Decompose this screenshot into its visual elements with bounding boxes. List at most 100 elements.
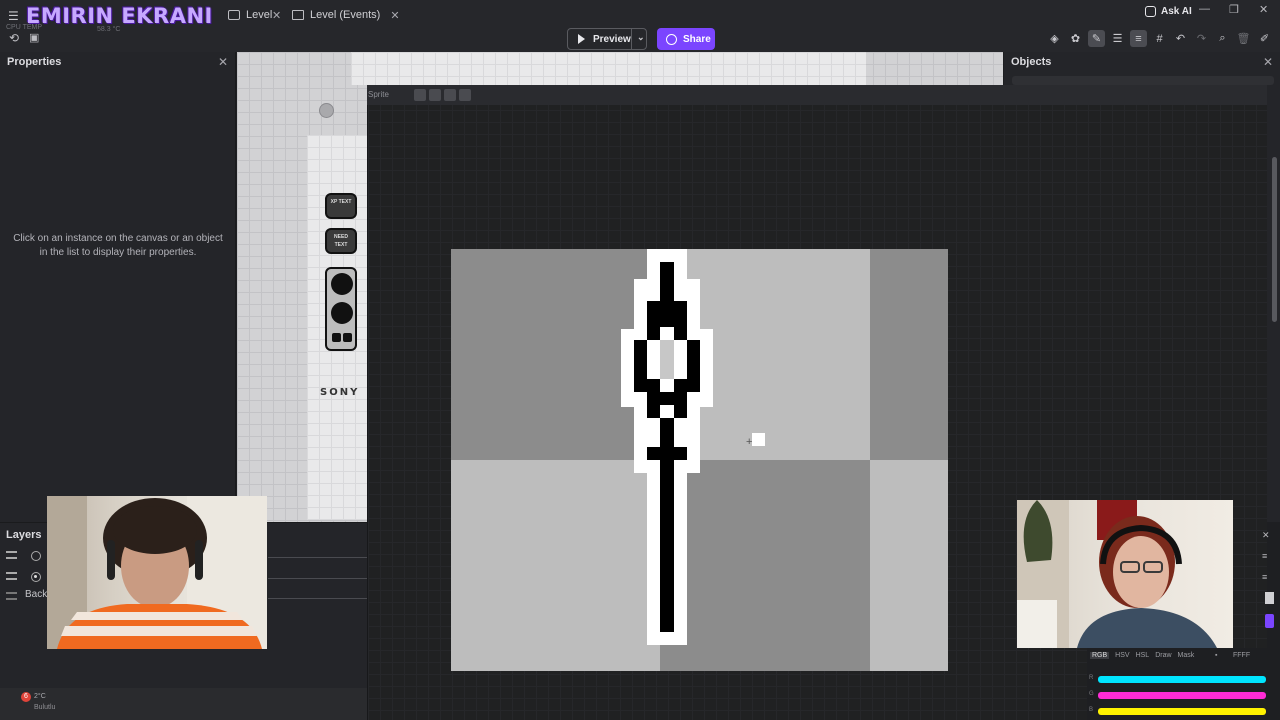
drag-handle-icon[interactable]	[6, 592, 17, 600]
tab-level-events[interactable]: Level (Events) ✕	[292, 4, 400, 26]
close-tab-icon[interactable]: ✕	[272, 9, 281, 22]
list-icon[interactable]: ☰	[1109, 30, 1126, 47]
zoom-out-icon[interactable]	[429, 89, 441, 101]
tab-mask[interactable]: Mask	[1178, 652, 1195, 659]
slider-label-g: G	[1089, 691, 1094, 697]
ai-icon	[1145, 6, 1156, 17]
top-bar: EMIRIN EKRANI ☰ CPU TEMP 58.3 °C ⟲ ▣ Lev…	[0, 0, 1280, 52]
menu-icon[interactable]: ☰	[8, 9, 19, 23]
visibility-icon[interactable]	[31, 572, 41, 582]
share-label: Share	[683, 33, 711, 45]
color-mode-tabs: RGB HSV HSL Draw Mask	[1090, 652, 1194, 659]
layout-icon	[228, 10, 240, 20]
sprite-pixel-canvas[interactable]	[451, 249, 948, 671]
pencil-icon[interactable]: ✎	[1088, 30, 1105, 47]
square-button	[332, 333, 341, 342]
history-icon[interactable]: ⟲	[9, 31, 19, 45]
notification-badge: 6	[21, 692, 31, 702]
close-window-icon[interactable]: ✕	[1259, 3, 1268, 16]
tab-draw[interactable]: Draw	[1155, 652, 1171, 659]
events-icon	[292, 10, 304, 20]
webcam-person	[1017, 500, 1217, 648]
close-icon[interactable]: ✕	[218, 55, 228, 69]
stream-overlay-title: EMIRIN EKRANI	[26, 4, 213, 28]
controller-sprite[interactable]	[325, 267, 357, 351]
layer-icon[interactable]: ≡	[1262, 551, 1272, 561]
tab-level-label: Level	[246, 9, 273, 21]
objects-search-input[interactable]	[1012, 76, 1274, 85]
chevron-down-icon[interactable]: ⌄	[637, 32, 645, 43]
cpu-temp-value: 58.3 °C	[97, 26, 121, 33]
layers-icon[interactable]: ≡	[1130, 30, 1147, 47]
tab-rgb[interactable]: RGB	[1090, 652, 1110, 659]
pipette-icon[interactable]: ▪	[1215, 652, 1217, 659]
color-swatch[interactable]	[1265, 614, 1274, 628]
drag-handle-icon[interactable]	[6, 551, 17, 559]
grid-icon[interactable]: #	[1151, 30, 1168, 47]
webcam-person	[47, 496, 267, 649]
close-tab-icon[interactable]: ✕	[390, 9, 399, 22]
ask-ai-button[interactable]: Ask AI	[1145, 6, 1192, 17]
red-slider[interactable]	[1098, 676, 1266, 683]
slider-label-r: R	[1089, 675, 1094, 681]
zoom-in-icon[interactable]	[444, 89, 456, 101]
tab-level[interactable]: Level	[228, 4, 272, 26]
weather-desc: Bulutlu	[34, 704, 56, 711]
properties-title: Properties	[7, 56, 62, 68]
scrollbar[interactable]	[1272, 157, 1277, 322]
properties-hint: Click on an instance on the canvas or an…	[13, 233, 223, 258]
trash-icon[interactable]: 🗑	[1235, 30, 1252, 47]
zoom-icon[interactable]: ⌕	[1214, 30, 1231, 47]
green-slider[interactable]	[1098, 692, 1266, 699]
brush-cursor	[752, 433, 765, 446]
webcam-right	[1017, 500, 1233, 648]
share-button[interactable]: Share	[657, 28, 715, 50]
drag-handle-icon[interactable]	[6, 572, 17, 580]
tab-hsv[interactable]: HSV	[1115, 652, 1129, 659]
xp-text-button[interactable]: XP TEXT	[325, 193, 357, 219]
tab-hsl[interactable]: HSL	[1136, 652, 1150, 659]
need-text-label: NEED TEXT	[334, 234, 348, 248]
tab-level-events-label: Level (Events)	[310, 9, 381, 21]
redo-icon[interactable]: ↷	[1193, 30, 1210, 47]
sprite-editor-title: Sprite	[368, 90, 389, 99]
close-icon[interactable]: ✕	[1263, 55, 1273, 69]
rotation-handle[interactable]	[319, 103, 334, 118]
layer-label: Back	[25, 589, 48, 600]
preview-button[interactable]: Preview ⌄	[567, 28, 647, 50]
edit-icon[interactable]: ✐	[1256, 30, 1273, 47]
objects-icon[interactable]: ✿	[1067, 30, 1084, 47]
preview-label: Preview	[593, 33, 631, 45]
square-button	[343, 333, 352, 342]
layer-icon[interactable]: ≡	[1262, 572, 1272, 582]
globe-icon	[666, 33, 677, 45]
undo-icon[interactable]: ↶	[1172, 30, 1189, 47]
cpu-temp-label: CPU TEMP	[6, 24, 43, 31]
circle-button	[331, 273, 353, 295]
layers-title: Layers	[6, 529, 42, 541]
visibility-icon[interactable]	[31, 551, 41, 561]
ask-ai-label: Ask AI	[1161, 6, 1192, 17]
reset-icon[interactable]	[459, 89, 471, 101]
close-icon[interactable]: ✕	[1262, 530, 1272, 541]
sword-sprite	[621, 249, 713, 645]
restore-icon[interactable]: ❐	[1229, 3, 1239, 16]
circle-button	[331, 302, 353, 324]
sony-logo: SONY	[320, 387, 360, 398]
color-swatch[interactable]	[1265, 592, 1274, 604]
blue-slider[interactable]	[1098, 708, 1266, 715]
objects-title: Objects	[1011, 56, 1052, 68]
minimize-icon[interactable]: —	[1199, 3, 1210, 15]
slider-label-b: B	[1089, 707, 1094, 713]
weather-temp: 2°C	[34, 693, 46, 700]
save-icon[interactable]: ▣	[29, 31, 39, 44]
hex-value[interactable]: FFFF	[1233, 652, 1250, 659]
sprite-editor-titlebar	[367, 85, 1267, 105]
xp-text-label: XP TEXT	[330, 199, 352, 205]
properties-panel	[0, 52, 236, 522]
crosshair-icon: +	[746, 436, 753, 448]
cube-icon[interactable]: ◈	[1046, 30, 1063, 47]
zoom-fit-icon[interactable]	[414, 89, 426, 101]
need-text-button[interactable]: NEED TEXT	[325, 228, 357, 254]
play-icon	[578, 34, 585, 44]
